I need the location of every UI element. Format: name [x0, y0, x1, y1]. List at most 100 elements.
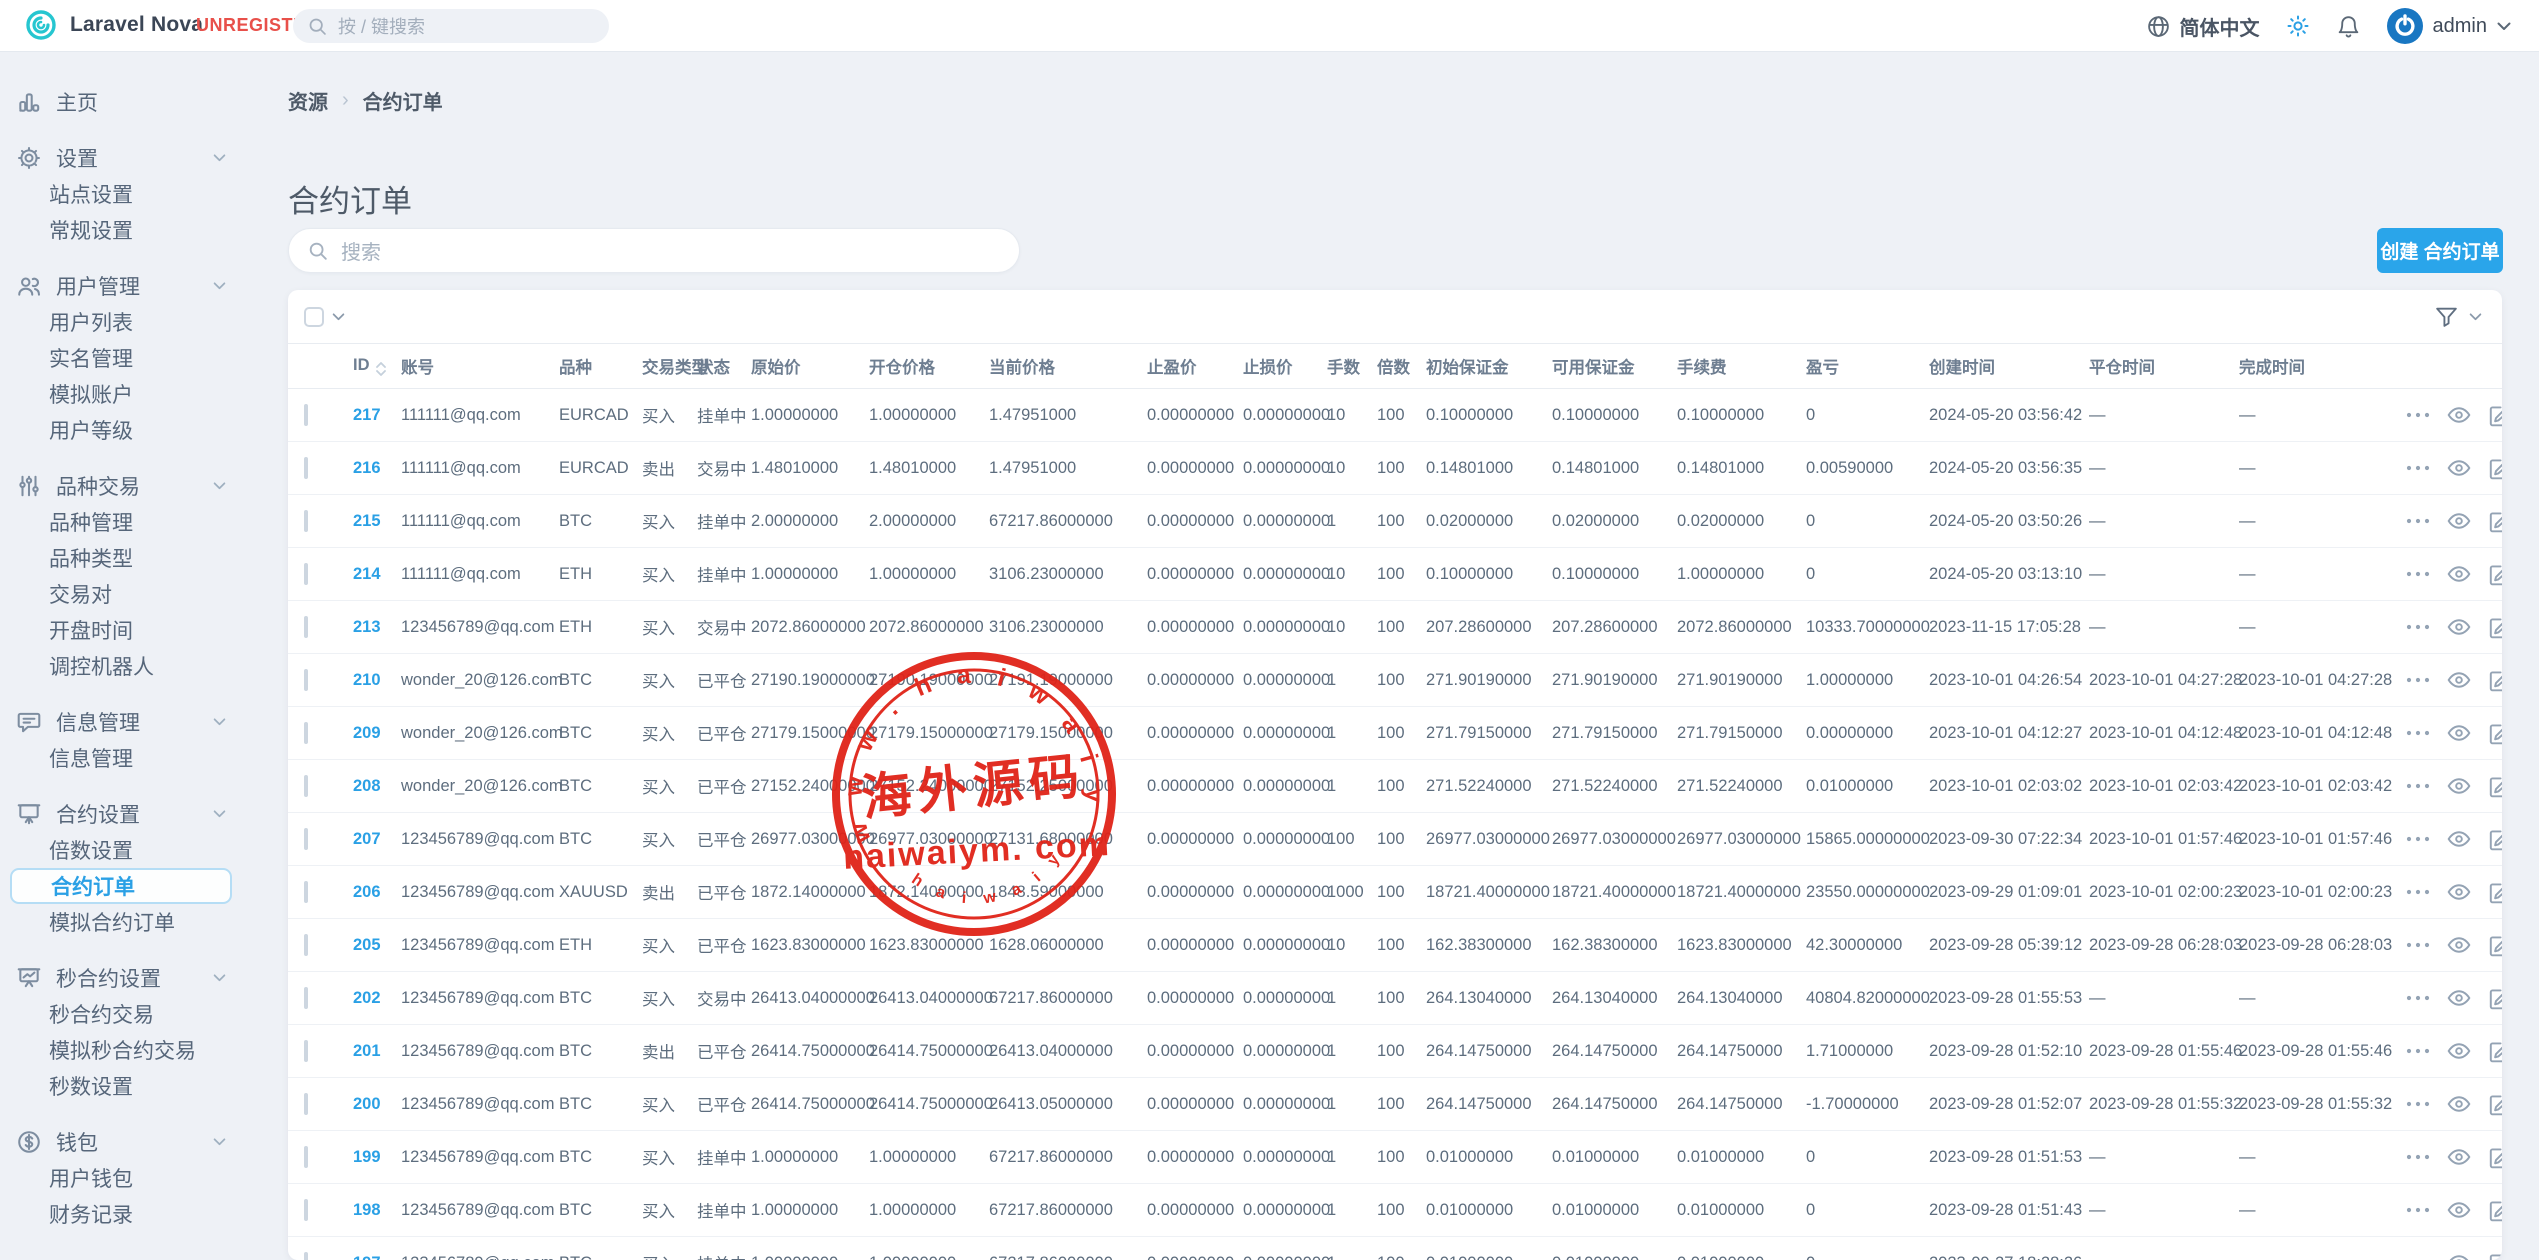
row-more-actions-icon[interactable]: [2405, 994, 2431, 1002]
row-more-actions-icon[interactable]: [2405, 782, 2431, 790]
row-more-actions-icon[interactable]: [2405, 570, 2431, 578]
user-menu[interactable]: admin: [2387, 8, 2511, 44]
row-more-actions-icon[interactable]: [2405, 623, 2431, 631]
row-view-eye-icon[interactable]: [2446, 879, 2472, 905]
sidebar-subitem-常规设置[interactable]: 常规设置: [0, 212, 270, 248]
sidebar-subitem-模拟合约订单[interactable]: 模拟合约订单: [0, 904, 270, 940]
row-id-link[interactable]: 213: [353, 618, 381, 636]
row-more-actions-icon[interactable]: [2405, 1047, 2431, 1055]
row-edit-icon[interactable]: [2487, 1197, 2502, 1223]
language-switcher[interactable]: 简体中文: [2146, 12, 2260, 41]
row-edit-icon[interactable]: [2487, 1250, 2502, 1260]
sidebar-subitem-模拟账户[interactable]: 模拟账户: [0, 376, 270, 412]
sidebar-subitem-模拟秒合约交易[interactable]: 模拟秒合约交易: [0, 1032, 270, 1068]
row-view-eye-icon[interactable]: [2446, 667, 2472, 693]
row-checkbox[interactable]: [304, 1093, 308, 1115]
row-more-actions-icon[interactable]: [2405, 676, 2431, 684]
row-more-actions-icon[interactable]: [2405, 1100, 2431, 1108]
row-checkbox[interactable]: [304, 1252, 308, 1260]
row-edit-icon[interactable]: [2487, 614, 2502, 640]
sidebar-item-秒合约设置[interactable]: 秒合约设置: [0, 960, 270, 996]
row-more-actions-icon[interactable]: [2405, 1206, 2431, 1214]
sidebar-subitem-用户等级[interactable]: 用户等级: [0, 412, 270, 448]
sidebar-subitem-用户钱包[interactable]: 用户钱包: [0, 1160, 270, 1196]
row-edit-icon[interactable]: [2487, 561, 2502, 587]
row-view-eye-icon[interactable]: [2446, 932, 2472, 958]
row-view-eye-icon[interactable]: [2446, 1038, 2472, 1064]
filter-funnel-icon[interactable]: [2434, 304, 2459, 329]
row-id-link[interactable]: 209: [353, 724, 381, 742]
row-view-eye-icon[interactable]: [2446, 455, 2472, 481]
global-search-input[interactable]: 按 / 键搜索: [293, 9, 609, 43]
row-view-eye-icon[interactable]: [2446, 826, 2472, 852]
row-checkbox[interactable]: [304, 1146, 308, 1168]
row-checkbox[interactable]: [304, 722, 308, 744]
row-view-eye-icon[interactable]: [2446, 1197, 2472, 1223]
row-more-actions-icon[interactable]: [2405, 729, 2431, 737]
row-checkbox[interactable]: [304, 404, 308, 426]
row-more-actions-icon[interactable]: [2405, 517, 2431, 525]
sidebar-subitem-交易对[interactable]: 交易对: [0, 576, 270, 612]
row-id-link[interactable]: 200: [353, 1095, 381, 1113]
row-id-link[interactable]: 198: [353, 1201, 381, 1219]
sidebar-subitem-财务记录[interactable]: 财务记录: [0, 1196, 270, 1232]
row-checkbox[interactable]: [304, 669, 308, 691]
row-id-link[interactable]: 210: [353, 671, 381, 689]
sidebar-subitem-站点设置[interactable]: 站点设置: [0, 176, 270, 212]
sidebar-subitem-用户列表[interactable]: 用户列表: [0, 304, 270, 340]
sidebar-item-钱包[interactable]: 钱包: [0, 1124, 270, 1160]
filter-chevron-icon[interactable]: [2469, 313, 2482, 321]
sidebar-subitem-品种类型[interactable]: 品种类型: [0, 540, 270, 576]
row-view-eye-icon[interactable]: [2446, 1091, 2472, 1117]
row-edit-icon[interactable]: [2487, 720, 2502, 746]
row-view-eye-icon[interactable]: [2446, 720, 2472, 746]
row-edit-icon[interactable]: [2487, 1144, 2502, 1170]
row-id-link[interactable]: 216: [353, 459, 381, 477]
sidebar-item-主页[interactable]: 主页: [0, 84, 270, 120]
row-edit-icon[interactable]: [2487, 508, 2502, 534]
row-id-link[interactable]: 206: [353, 883, 381, 901]
row-edit-icon[interactable]: [2487, 773, 2502, 799]
row-checkbox[interactable]: [304, 1040, 308, 1062]
row-id-link[interactable]: 199: [353, 1148, 381, 1166]
row-edit-icon[interactable]: [2487, 1091, 2502, 1117]
row-more-actions-icon[interactable]: [2405, 411, 2431, 419]
row-view-eye-icon[interactable]: [2446, 614, 2472, 640]
row-checkbox[interactable]: [304, 775, 308, 797]
row-edit-icon[interactable]: [2487, 402, 2502, 428]
sidebar-subitem-合约订单[interactable]: 合约订单: [10, 868, 232, 904]
sidebar-subitem-倍数设置[interactable]: 倍数设置: [0, 832, 270, 868]
row-more-actions-icon[interactable]: [2405, 835, 2431, 843]
row-checkbox[interactable]: [304, 828, 308, 850]
row-id-link[interactable]: 197: [353, 1254, 381, 1260]
row-id-link[interactable]: 208: [353, 777, 381, 795]
row-checkbox[interactable]: [304, 616, 308, 638]
row-more-actions-icon[interactable]: [2405, 1153, 2431, 1161]
resource-search-input[interactable]: 搜索: [288, 228, 1020, 273]
sidebar-subitem-秒数设置[interactable]: 秒数设置: [0, 1068, 270, 1104]
row-edit-icon[interactable]: [2487, 879, 2502, 905]
sidebar-subitem-实名管理[interactable]: 实名管理: [0, 340, 270, 376]
row-id-link[interactable]: 214: [353, 565, 381, 583]
select-all-chevron-icon[interactable]: [332, 313, 345, 321]
sidebar-item-信息管理[interactable]: 信息管理: [0, 704, 270, 740]
row-view-eye-icon[interactable]: [2446, 1144, 2472, 1170]
row-id-link[interactable]: 207: [353, 830, 381, 848]
sidebar-item-合约设置[interactable]: 合约设置: [0, 796, 270, 832]
sidebar-subitem-开盘时间[interactable]: 开盘时间: [0, 612, 270, 648]
breadcrumb-root[interactable]: 资源: [288, 86, 328, 115]
row-view-eye-icon[interactable]: [2446, 561, 2472, 587]
row-edit-icon[interactable]: [2487, 667, 2502, 693]
row-view-eye-icon[interactable]: [2446, 508, 2472, 534]
row-checkbox[interactable]: [304, 987, 308, 1009]
sidebar-item-用户管理[interactable]: 用户管理: [0, 268, 270, 304]
row-checkbox[interactable]: [304, 457, 308, 479]
row-edit-icon[interactable]: [2487, 455, 2502, 481]
row-id-link[interactable]: 201: [353, 1042, 381, 1060]
row-checkbox[interactable]: [304, 563, 308, 585]
row-edit-icon[interactable]: [2487, 985, 2502, 1011]
row-edit-icon[interactable]: [2487, 826, 2502, 852]
row-id-link[interactable]: 202: [353, 989, 381, 1007]
sidebar-subitem-品种管理[interactable]: 品种管理: [0, 504, 270, 540]
row-view-eye-icon[interactable]: [2446, 773, 2472, 799]
